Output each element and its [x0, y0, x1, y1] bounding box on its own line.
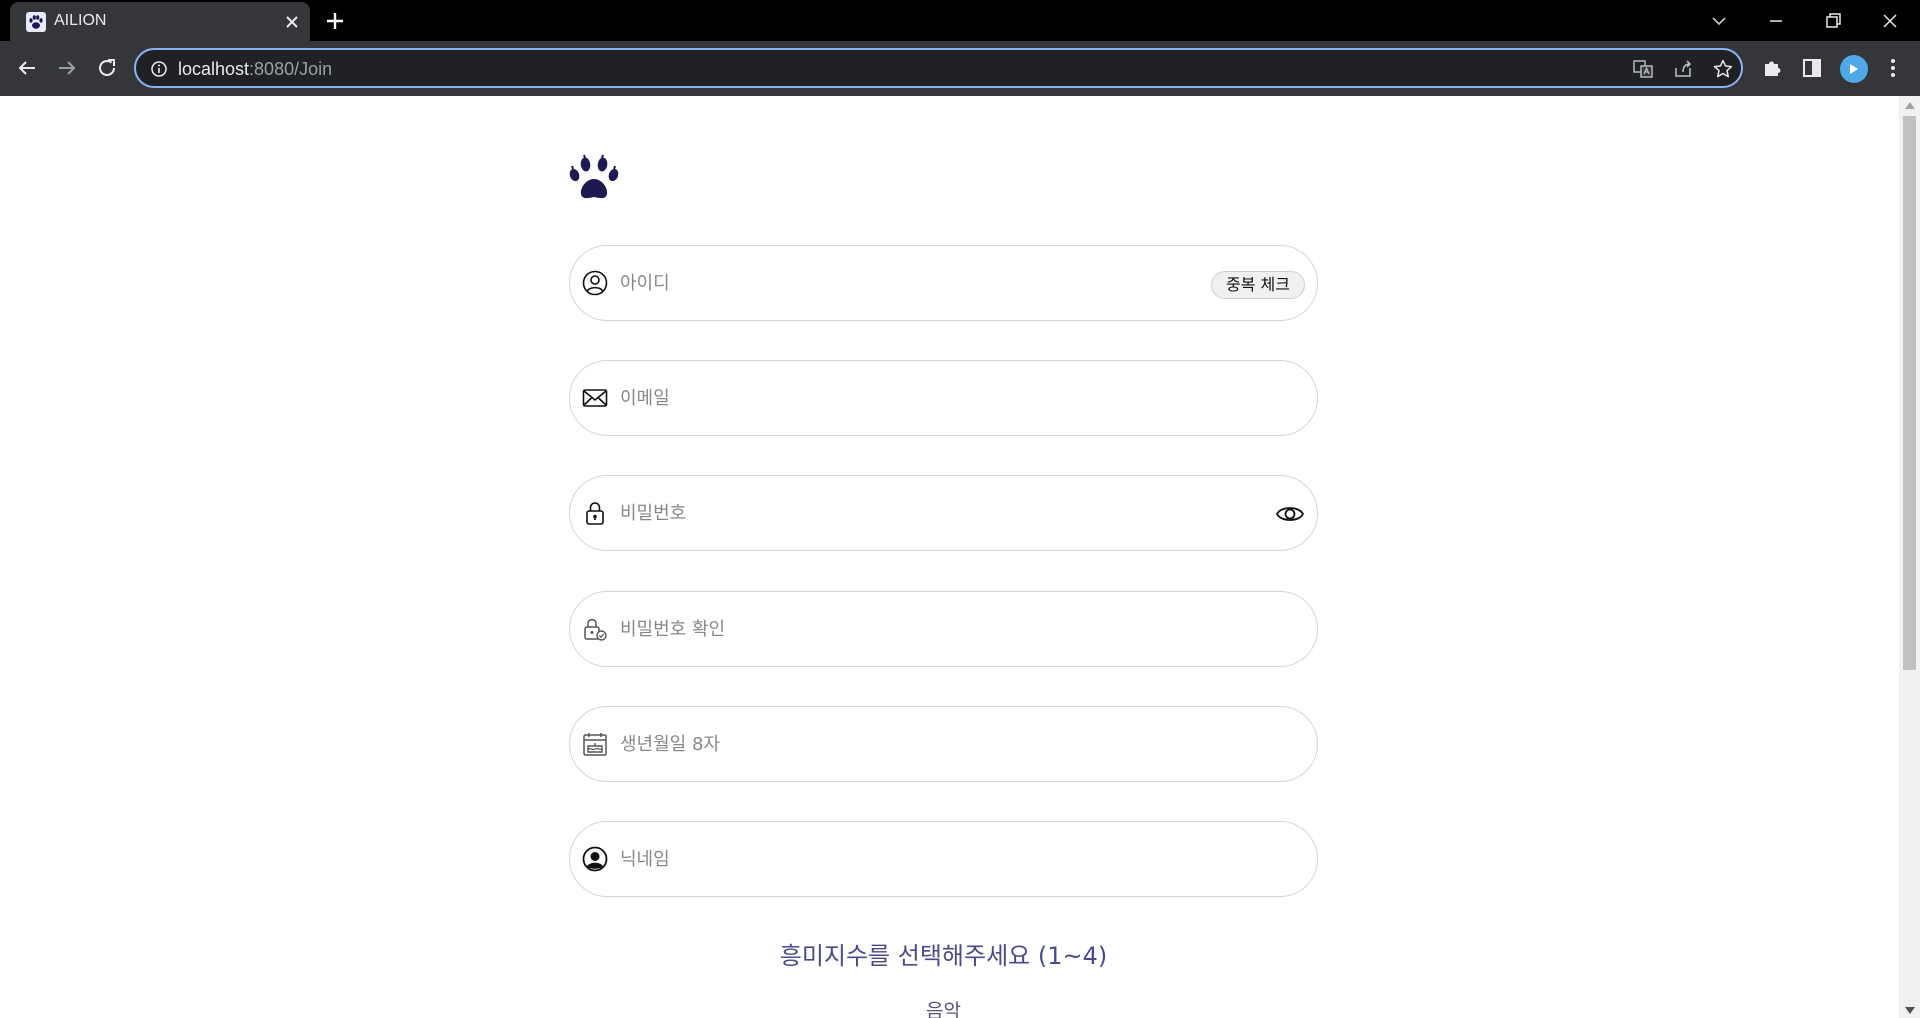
browser-tab[interactable]: AILION	[10, 2, 310, 41]
tab-close-icon[interactable]	[282, 12, 302, 32]
browser-toolbar: localhost:8080/Join	[0, 41, 1920, 96]
nickname-field	[569, 821, 1318, 897]
scroll-up-arrow-icon[interactable]	[1905, 102, 1915, 109]
tab-title: AILION	[54, 12, 107, 29]
profile-avatar[interactable]	[1840, 55, 1868, 83]
user-circle-icon	[582, 270, 608, 296]
birthdate-input[interactable]	[620, 725, 1140, 763]
scroll-down-arrow-icon[interactable]	[1905, 1007, 1915, 1014]
envelope-icon	[582, 385, 608, 411]
reload-icon[interactable]	[93, 54, 121, 82]
interest-section-title: 흥미지수를 선택해주세요 (1~4)	[779, 942, 1108, 970]
birthday-calendar-icon	[582, 731, 608, 757]
side-panel-icon[interactable]	[1799, 55, 1825, 81]
birthdate-field	[569, 706, 1318, 782]
share-icon[interactable]	[1672, 58, 1694, 80]
minimize-icon[interactable]	[1763, 8, 1789, 34]
duplicate-check-button[interactable]: 중복 체크	[1211, 271, 1305, 299]
password-confirm-field	[569, 591, 1318, 667]
interest-item-music[interactable]: 음악	[569, 996, 1318, 1018]
url-path: :8080/Join	[249, 59, 333, 79]
window-close-icon[interactable]	[1877, 8, 1903, 34]
forward-icon[interactable]	[53, 54, 81, 82]
scrollbar-thumb[interactable]	[1903, 116, 1916, 670]
back-icon[interactable]	[13, 54, 41, 82]
page-scrollbar[interactable]	[1899, 96, 1920, 1018]
translate-icon[interactable]	[1632, 58, 1654, 80]
lock-check-icon	[582, 616, 608, 642]
show-password-eye-icon[interactable]	[1275, 500, 1305, 528]
nickname-input[interactable]	[620, 840, 1140, 878]
password-input[interactable]	[620, 494, 1140, 532]
paw-logo-icon	[568, 152, 620, 204]
paw-favicon-icon	[26, 12, 46, 32]
more-menu-icon[interactable]	[1880, 55, 1906, 81]
username-input[interactable]	[620, 264, 1140, 302]
address-bar[interactable]: localhost:8080/Join	[134, 48, 1743, 88]
user-filled-circle-icon	[582, 846, 608, 872]
email-field	[569, 360, 1318, 436]
signup-page: 중복 체크 흥미지수를 선택해주세	[0, 96, 1899, 1018]
extensions-puzzle-icon[interactable]	[1759, 55, 1785, 81]
bookmark-star-icon[interactable]	[1712, 58, 1734, 80]
password-confirm-input[interactable]	[620, 610, 1140, 648]
username-field: 중복 체크	[569, 245, 1318, 321]
tab-strip: AILION	[0, 0, 1920, 41]
password-field	[569, 475, 1318, 551]
lock-icon	[582, 500, 608, 526]
tab-search-icon[interactable]	[1706, 8, 1732, 34]
new-tab-icon[interactable]	[324, 10, 346, 32]
url-host: localhost	[178, 59, 250, 79]
email-input[interactable]	[620, 379, 1140, 417]
restore-icon[interactable]	[1820, 8, 1846, 34]
site-info-icon[interactable]	[150, 60, 168, 78]
url-text[interactable]: localhost:8080/Join	[178, 59, 332, 80]
